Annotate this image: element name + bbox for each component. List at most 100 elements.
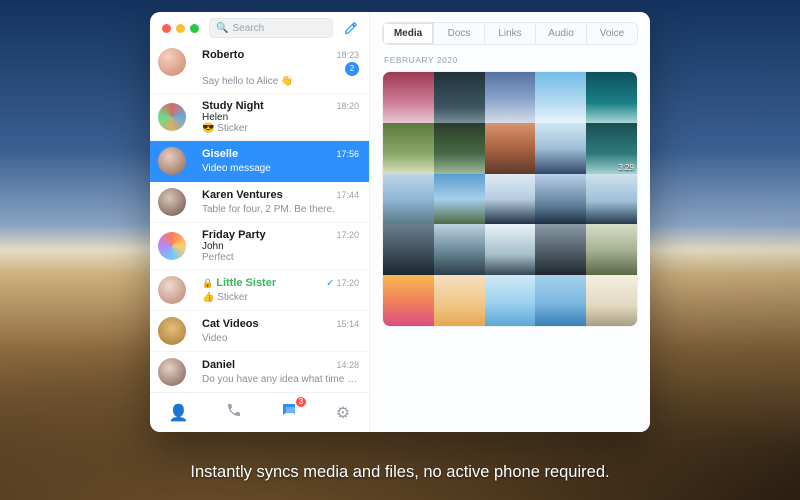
- chat-row[interactable]: Karen Ventures 17:44 Table for four, 2 PM.…: [150, 182, 369, 223]
- chat-list[interactable]: Roberto 18:23 Say hello to Alice 👋2 Study N…: [150, 42, 369, 392]
- read-check-icon: ✓: [326, 278, 334, 289]
- segmented-control-wrap: MediaDocsLinksAudioVoice: [370, 12, 650, 51]
- media-thumbnail[interactable]: [586, 174, 637, 225]
- chat-title: 🔒Little Sister: [202, 277, 318, 289]
- search-input[interactable]: 🔍 Search: [209, 18, 333, 38]
- chats-tab-icon[interactable]: 3: [280, 401, 298, 424]
- section-date-label: FEBRUARY 2020: [370, 51, 650, 71]
- chat-row[interactable]: Study Night 18:20Helen😎 Sticker: [150, 94, 369, 141]
- contacts-tab-icon[interactable]: 👤: [169, 403, 189, 423]
- sidebar: 🔍 Search Roberto 18:23 Say hello to Alice …: [150, 12, 370, 432]
- media-thumbnail[interactable]: [535, 275, 586, 326]
- chat-timestamp: ✓17:20: [326, 278, 359, 289]
- search-placeholder: Search: [232, 23, 264, 34]
- zoom-window-button[interactable]: [190, 24, 199, 33]
- media-thumbnail[interactable]: [383, 275, 434, 326]
- unread-badge: 3: [296, 397, 306, 407]
- chat-title: Study Night: [202, 100, 328, 112]
- avatar: [158, 103, 186, 131]
- chat-row[interactable]: 🔒Little Sister ✓17:20 👍 Sticker: [150, 270, 369, 311]
- media-thumbnail[interactable]: [485, 275, 536, 326]
- lock-icon: 🔒: [202, 278, 213, 289]
- media-thumbnail[interactable]: [434, 224, 485, 275]
- chat-timestamp: 15:14: [336, 319, 359, 329]
- media-thumbnail[interactable]: [434, 174, 485, 225]
- media-thumbnail[interactable]: [383, 224, 434, 275]
- chat-timestamp: 14:28: [336, 360, 359, 370]
- media-thumbnail[interactable]: [434, 123, 485, 174]
- window-controls: [158, 22, 201, 35]
- media-thumbnail[interactable]: [485, 72, 536, 123]
- chat-preview: Do you have any idea what time it is? 😂😂…: [202, 374, 359, 385]
- tab-links[interactable]: Links: [485, 23, 536, 44]
- chat-title: Daniel: [202, 359, 328, 371]
- sidebar-header: 🔍 Search: [150, 12, 369, 42]
- chat-preview: Say hello to Alice 👋: [202, 76, 359, 87]
- chat-row[interactable]: Giselle 17:56 Video message: [150, 141, 369, 182]
- avatar: [158, 276, 186, 304]
- media-thumbnail[interactable]: [485, 174, 536, 225]
- calls-tab-icon[interactable]: [226, 402, 242, 423]
- chat-title: Cat Videos: [202, 318, 328, 330]
- unread-count-badge: 2: [345, 62, 359, 76]
- media-thumbnail[interactable]: [485, 224, 536, 275]
- chat-title: Giselle: [202, 148, 328, 160]
- avatar: [158, 358, 186, 386]
- tab-voice[interactable]: Voice: [587, 23, 637, 44]
- avatar: [158, 317, 186, 345]
- media-thumbnail[interactable]: 3:29: [586, 123, 637, 174]
- avatar: [158, 232, 186, 260]
- search-icon: 🔍: [216, 23, 228, 34]
- media-thumbnail[interactable]: [586, 72, 637, 123]
- media-grid-container: 3:29: [382, 71, 638, 327]
- media-thumbnail[interactable]: [434, 275, 485, 326]
- video-duration: 3:29: [618, 163, 634, 172]
- tab-audio[interactable]: Audio: [536, 23, 587, 44]
- chat-timestamp: 17:56: [336, 149, 359, 159]
- chat-title: Roberto: [202, 49, 328, 61]
- media-thumbnail[interactable]: [434, 72, 485, 123]
- chat-preview: Video message: [202, 163, 359, 174]
- media-thumbnail[interactable]: [383, 72, 434, 123]
- compose-icon: [344, 21, 358, 35]
- media-thumbnail[interactable]: [535, 123, 586, 174]
- media-thumbnail[interactable]: [535, 224, 586, 275]
- chat-row[interactable]: Daniel 14:28 Do you have any idea what tim…: [150, 352, 369, 392]
- sidebar-footer: 👤 3 ⚙: [150, 392, 369, 432]
- content-pane: MediaDocsLinksAudioVoice FEBRUARY 2020 3…: [370, 12, 650, 432]
- media-thumbnail[interactable]: [383, 174, 434, 225]
- chat-preview: JohnPerfect: [202, 241, 359, 263]
- avatar: [158, 147, 186, 175]
- media-thumbnail[interactable]: [535, 72, 586, 123]
- chat-timestamp: 18:20: [336, 101, 359, 111]
- avatar: [158, 188, 186, 216]
- chat-row[interactable]: Friday Party 17:20JohnPerfect: [150, 223, 369, 270]
- app-window: 🔍 Search Roberto 18:23 Say hello to Alice …: [150, 12, 650, 432]
- chat-row[interactable]: Cat Videos 15:14 Video: [150, 311, 369, 352]
- chat-timestamp: 17:44: [336, 190, 359, 200]
- settings-tab-icon[interactable]: ⚙: [336, 403, 350, 423]
- chat-preview: Table for four, 2 PM. Be there.: [202, 204, 359, 215]
- compose-button[interactable]: [341, 18, 361, 38]
- chat-title: Friday Party: [202, 229, 328, 241]
- chat-timestamp: 18:23: [336, 50, 359, 60]
- media-thumbnail[interactable]: [586, 275, 637, 326]
- media-thumbnail[interactable]: [383, 123, 434, 174]
- close-window-button[interactable]: [162, 24, 171, 33]
- media-type-tabs: MediaDocsLinksAudioVoice: [382, 22, 638, 45]
- avatar: [158, 48, 186, 76]
- chat-preview: Video: [202, 333, 359, 344]
- tab-media[interactable]: Media: [383, 23, 434, 44]
- minimize-window-button[interactable]: [176, 24, 185, 33]
- media-grid: 3:29: [383, 72, 637, 326]
- chat-preview: Helen😎 Sticker: [202, 112, 359, 134]
- marketing-caption: Instantly syncs media and files, no acti…: [0, 463, 800, 482]
- chat-row[interactable]: Roberto 18:23 Say hello to Alice 👋2: [150, 42, 369, 94]
- media-thumbnail[interactable]: [485, 123, 536, 174]
- chat-title: Karen Ventures: [202, 189, 328, 201]
- media-thumbnail[interactable]: [535, 174, 586, 225]
- media-thumbnail[interactable]: [586, 224, 637, 275]
- chat-preview: 👍 Sticker: [202, 292, 359, 303]
- chat-timestamp: 17:20: [336, 230, 359, 240]
- tab-docs[interactable]: Docs: [434, 23, 485, 44]
